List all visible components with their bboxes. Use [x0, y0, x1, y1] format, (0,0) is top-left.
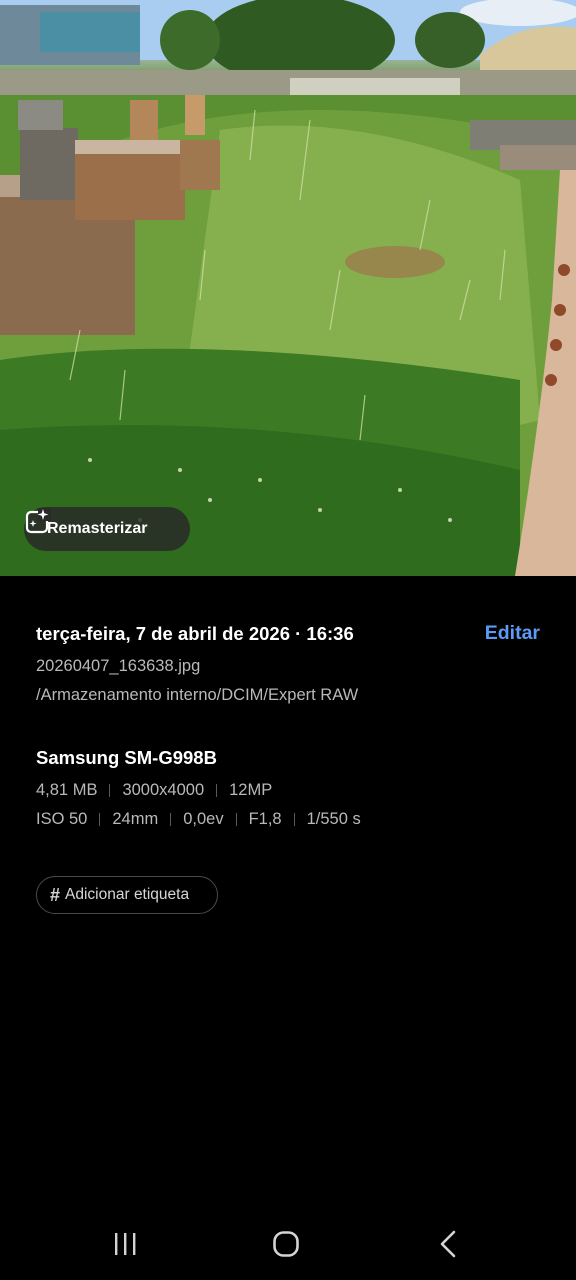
resolution: 3000x4000 — [122, 780, 205, 799]
remaster-button[interactable]: Remasterizar — [24, 507, 190, 551]
exposure-value: 0,0ev — [183, 809, 224, 828]
add-tag-label: Adicionar etiqueta — [65, 886, 190, 903]
recent-apps-icon[interactable] — [105, 1228, 145, 1260]
hashtag-icon: # — [50, 884, 61, 905]
file-path[interactable]: /Armazenamento interno/DCIM/Expert RAW — [36, 686, 358, 705]
divider — [293, 812, 295, 826]
divider — [109, 783, 111, 797]
screen: Remasterizar terça-feira, 7 de abril de … — [0, 0, 576, 1280]
spec-row-camera: ISO 50 24mm 0,0ev F1,8 1/550 s — [36, 808, 361, 830]
aperture: F1,8 — [248, 809, 282, 828]
megapixels: 12MP — [229, 780, 273, 799]
photo-datetime: terça-feira, 7 de abril de 2026 · 16:36 — [36, 623, 354, 644]
device-name: Samsung SM-G998B — [36, 747, 217, 768]
divider — [235, 812, 237, 826]
iso: ISO 50 — [36, 809, 88, 828]
file-size: 4,81 MB — [36, 780, 98, 799]
focal-length: 24mm — [112, 809, 159, 828]
file-name: 20260407_163638.jpg — [36, 657, 201, 675]
shutter-speed: 1/550 s — [306, 809, 361, 828]
back-icon[interactable] — [428, 1228, 468, 1260]
edit-button[interactable]: Editar — [485, 622, 540, 645]
divider — [99, 812, 101, 826]
spec-row-file: 4,81 MB 3000x4000 12MP — [36, 779, 272, 801]
divider — [170, 812, 172, 826]
sparkle-frame-icon — [25, 508, 51, 534]
system-navigation-bar — [0, 1216, 576, 1272]
photo-image — [0, 0, 576, 576]
remaster-label: Remasterizar — [47, 520, 148, 537]
date-row: terça-feira, 7 de abril de 2026 · 16:36 … — [36, 620, 540, 650]
photo-preview[interactable]: Remasterizar — [0, 0, 576, 576]
home-icon[interactable] — [266, 1228, 306, 1260]
add-tag-button[interactable]: # Adicionar etiqueta — [36, 876, 218, 914]
divider — [216, 783, 218, 797]
